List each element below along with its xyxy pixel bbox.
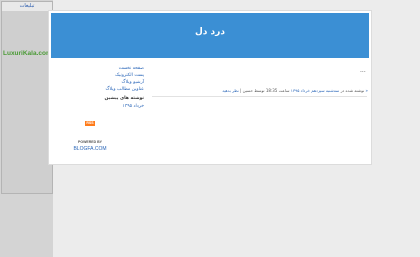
blogfa-link[interactable]: BLOGFA.COM bbox=[64, 146, 116, 152]
post-date-link[interactable]: سه‌شنبه سیزدهم خرداد ۱۳۹۵ bbox=[291, 88, 340, 93]
comment-link[interactable]: نظر بدهید bbox=[222, 88, 239, 93]
post-body: ... bbox=[360, 67, 366, 74]
ad-banner[interactable]: تبلیغات LuxuriKala.com bbox=[1, 1, 53, 194]
ad-title: تبلیغات bbox=[2, 2, 52, 11]
sidebar-link-archive[interactable]: آرشیو وبلاگ bbox=[64, 79, 144, 86]
sidebar-link-titles[interactable]: عناوین مطالب وبلاگ bbox=[64, 86, 144, 93]
blog-title[interactable]: درد دل bbox=[51, 27, 369, 37]
rss-icon[interactable]: RSS bbox=[85, 121, 95, 126]
sidebar: صفحه نخست پست الکترونیک آرشیو وبلاگ عناو… bbox=[64, 65, 144, 110]
post-author: توسط حسین bbox=[242, 88, 265, 93]
sidebar-link-email[interactable]: پست الکترونیک bbox=[64, 72, 144, 79]
ad-brand-logo[interactable]: LuxuriKala.com bbox=[3, 50, 52, 57]
post-meta: « نوشته شده در سه‌شنبه سیزدهم خرداد ۱۳۹۵… bbox=[222, 88, 368, 93]
recent-posts-heading: نوشته های پیشین bbox=[104, 96, 144, 101]
archive-month-link[interactable]: خرداد ۱۳۹۵ bbox=[64, 103, 144, 110]
blog-header: درد دل bbox=[51, 13, 369, 58]
post-time: ساعت 18:35 bbox=[265, 88, 290, 93]
arrow-icon: « bbox=[365, 88, 368, 93]
ad-column: تبلیغات LuxuriKala.com bbox=[0, 0, 53, 257]
powered-by-label: POWERED BY bbox=[78, 140, 102, 144]
sidebar-link-home[interactable]: صفحه نخست bbox=[64, 65, 144, 72]
post-meta-prefix: نوشته شده در bbox=[339, 88, 365, 93]
post-divider bbox=[152, 96, 367, 97]
blog-container: درد دل ... « نوشته شده در سه‌شنبه سیزدهم… bbox=[48, 10, 372, 165]
